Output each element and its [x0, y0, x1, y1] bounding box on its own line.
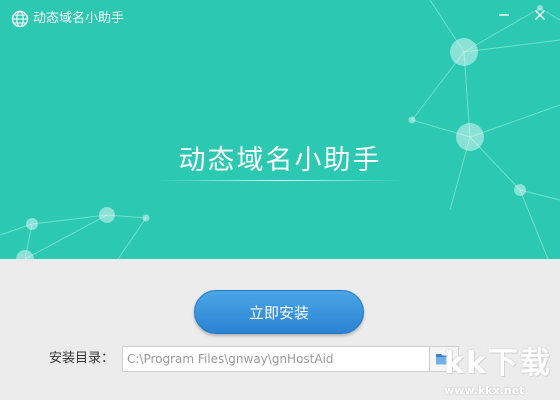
globe-icon — [11, 10, 29, 28]
watermark-text: kk下载 — [444, 346, 552, 381]
install-now-button[interactable]: 立即安装 — [194, 290, 364, 334]
title-bar: 动态域名小助手 — [0, 0, 560, 36]
installer-window: 动态域名小助手 动态域名小助手 立即安装 安装目录： kk下载 — [0, 0, 560, 400]
watermark: kk下载 www.kkx.net — [440, 338, 558, 398]
window-title: 动态域名小助手 — [33, 11, 125, 26]
minimize-button[interactable] — [486, 0, 522, 30]
network-decoration — [0, 0, 560, 259]
hero-banner: 动态域名小助手 动态域名小助手 — [0, 0, 560, 259]
close-button[interactable] — [522, 0, 558, 30]
watermark-url: www.kkx.net — [444, 384, 525, 397]
hero-divider — [158, 180, 402, 181]
install-dir-input[interactable] — [122, 346, 430, 372]
install-dir-label: 安装目录： — [49, 351, 115, 366]
hero-title: 动态域名小助手 — [178, 145, 382, 176]
minimize-icon — [499, 14, 509, 16]
close-icon — [535, 10, 545, 20]
